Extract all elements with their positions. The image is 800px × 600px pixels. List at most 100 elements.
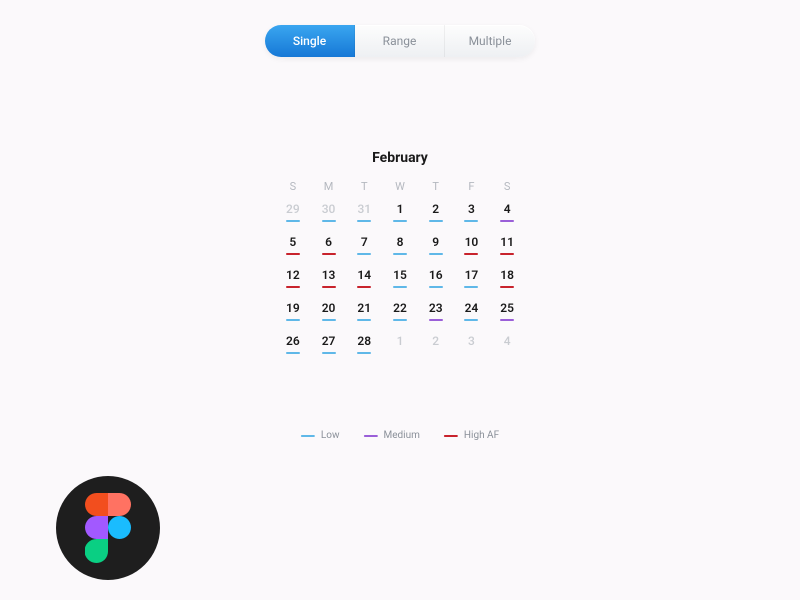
- day-level-bar: [393, 286, 407, 288]
- weekday-label: S: [489, 180, 525, 193]
- day-number: 26: [286, 335, 300, 347]
- calendar-weekday-row: SMTWTFS: [275, 180, 525, 193]
- calendar-day[interactable]: 8: [382, 236, 418, 255]
- calendar-day[interactable]: 12: [275, 269, 311, 288]
- calendar: February SMTWTFS 29303112345678910111213…: [275, 150, 525, 354]
- day-number: 25: [500, 302, 514, 314]
- day-number: 4: [504, 203, 511, 215]
- tab-single[interactable]: Single: [265, 25, 355, 57]
- day-level-bar: [393, 319, 407, 321]
- calendar-day[interactable]: 18: [489, 269, 525, 288]
- day-level-bar: [393, 352, 407, 354]
- legend-label: Low: [321, 430, 340, 441]
- calendar-day: 1: [382, 335, 418, 354]
- calendar-day[interactable]: 10: [454, 236, 490, 255]
- calendar-day[interactable]: 14: [346, 269, 382, 288]
- day-number: 5: [289, 236, 296, 248]
- day-level-bar: [429, 253, 443, 255]
- day-number: 22: [393, 302, 407, 314]
- calendar-day[interactable]: 6: [311, 236, 347, 255]
- calendar-day[interactable]: 27: [311, 335, 347, 354]
- calendar-day[interactable]: 1: [382, 203, 418, 222]
- day-number: 16: [429, 269, 443, 281]
- day-level-bar: [286, 352, 300, 354]
- calendar-day: 31: [346, 203, 382, 222]
- legend-swatch: [363, 435, 377, 437]
- tab-multiple[interactable]: Multiple: [445, 25, 535, 57]
- day-level-bar: [464, 319, 478, 321]
- day-number: 6: [325, 236, 332, 248]
- calendar-day[interactable]: 9: [418, 236, 454, 255]
- calendar-day: 2: [418, 335, 454, 354]
- day-level-bar: [322, 286, 336, 288]
- day-level-bar: [429, 286, 443, 288]
- day-number: 12: [286, 269, 300, 281]
- day-number: 17: [465, 269, 479, 281]
- day-level-bar: [429, 220, 443, 222]
- calendar-day[interactable]: 26: [275, 335, 311, 354]
- calendar-day[interactable]: 15: [382, 269, 418, 288]
- calendar-day: 30: [311, 203, 347, 222]
- tab-label: Multiple: [469, 34, 512, 48]
- tab-range[interactable]: Range: [355, 25, 445, 57]
- day-number: 24: [465, 302, 479, 314]
- mode-tabs: Single Range Multiple: [265, 25, 535, 57]
- calendar-day[interactable]: 13: [311, 269, 347, 288]
- day-number: 9: [432, 236, 439, 248]
- calendar-day[interactable]: 19: [275, 302, 311, 321]
- day-number: 13: [322, 269, 336, 281]
- legend-item: Medium: [363, 430, 419, 441]
- day-number: 30: [322, 203, 336, 215]
- day-level-bar: [286, 286, 300, 288]
- calendar-day[interactable]: 22: [382, 302, 418, 321]
- day-level-bar: [357, 220, 371, 222]
- calendar-day[interactable]: 23: [418, 302, 454, 321]
- day-number: 3: [468, 335, 475, 347]
- calendar-day[interactable]: 17: [454, 269, 490, 288]
- figma-logo-icon: [85, 493, 131, 563]
- day-number: 1: [397, 203, 404, 215]
- calendar-day[interactable]: 4: [489, 203, 525, 222]
- calendar-day[interactable]: 24: [454, 302, 490, 321]
- day-number: 28: [357, 335, 371, 347]
- legend-item: High AF: [444, 430, 499, 441]
- legend-swatch: [444, 435, 458, 437]
- day-number: 29: [286, 203, 300, 215]
- legend-swatch: [301, 435, 315, 437]
- day-level-bar: [429, 319, 443, 321]
- calendar-title: February: [275, 150, 525, 166]
- day-level-bar: [357, 286, 371, 288]
- day-level-bar: [357, 253, 371, 255]
- day-number: 23: [429, 302, 443, 314]
- day-level-bar: [500, 286, 514, 288]
- calendar-day[interactable]: 3: [454, 203, 490, 222]
- weekday-label: T: [418, 180, 454, 193]
- day-level-bar: [500, 319, 514, 321]
- day-number: 2: [432, 335, 439, 347]
- day-level-bar: [464, 220, 478, 222]
- figma-logo: [56, 476, 160, 580]
- calendar-day[interactable]: 28: [346, 335, 382, 354]
- calendar-day[interactable]: 5: [275, 236, 311, 255]
- day-level-bar: [286, 253, 300, 255]
- calendar-day[interactable]: 7: [346, 236, 382, 255]
- calendar-day[interactable]: 2: [418, 203, 454, 222]
- day-level-bar: [322, 253, 336, 255]
- day-number: 10: [465, 236, 479, 248]
- calendar-day[interactable]: 11: [489, 236, 525, 255]
- day-number: 7: [361, 236, 368, 248]
- day-level-bar: [500, 352, 514, 354]
- calendar-day[interactable]: 20: [311, 302, 347, 321]
- calendar-day[interactable]: 25: [489, 302, 525, 321]
- calendar-day[interactable]: 21: [346, 302, 382, 321]
- calendar-grid: 2930311234567891011121314151617181920212…: [275, 203, 525, 354]
- calendar-day[interactable]: 16: [418, 269, 454, 288]
- day-level-bar: [286, 220, 300, 222]
- day-level-bar: [429, 352, 443, 354]
- day-number: 15: [393, 269, 407, 281]
- legend-item: Low: [301, 430, 340, 441]
- day-level-bar: [500, 220, 514, 222]
- weekday-label: F: [454, 180, 490, 193]
- day-number: 8: [397, 236, 404, 248]
- day-number: 2: [432, 203, 439, 215]
